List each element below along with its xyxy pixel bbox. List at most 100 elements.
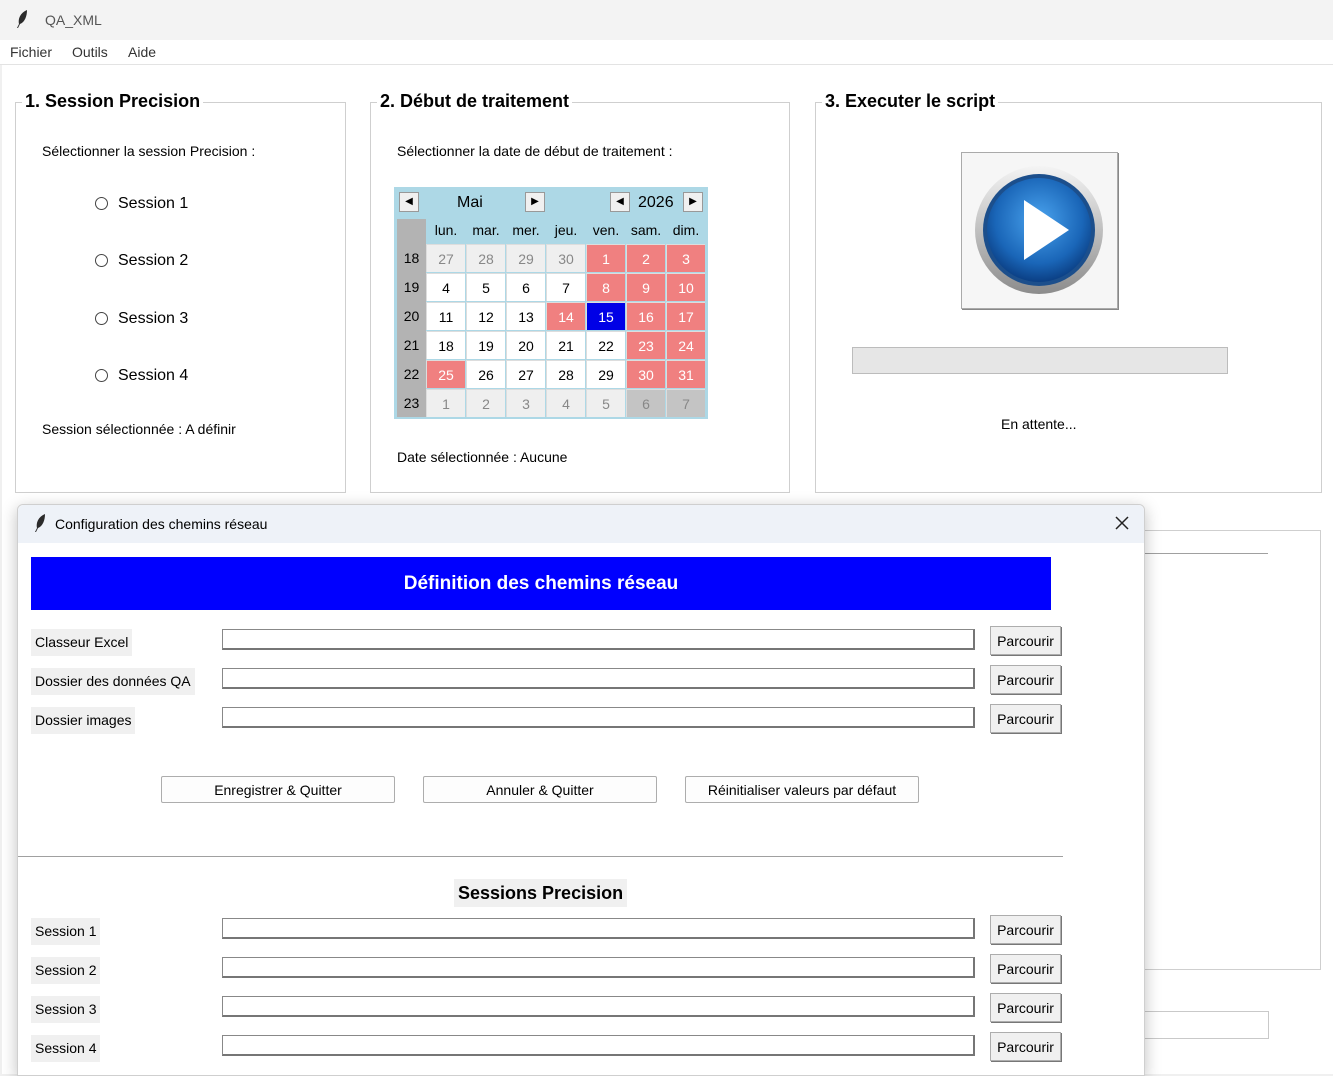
session-3-path-input[interactable] <box>222 996 975 1017</box>
qa-data-browse-button[interactable]: Parcourir <box>990 665 1061 694</box>
menu-outils[interactable]: Outils <box>72 44 108 60</box>
calendar-day[interactable]: 13 <box>506 302 545 330</box>
run-script-button[interactable] <box>961 152 1118 309</box>
images-browse-button[interactable]: Parcourir <box>990 704 1061 733</box>
session-3-browse-button[interactable]: Parcourir <box>990 993 1061 1022</box>
calendar-day[interactable]: 6 <box>626 389 665 417</box>
calendar-day[interactable]: 10 <box>666 273 705 301</box>
calendar-day[interactable]: 17 <box>666 302 705 330</box>
config-dialog: Configuration des chemins réseau Définit… <box>17 504 1145 1076</box>
calendar-day[interactable]: 1 <box>586 244 625 272</box>
calendar: ◀ Mai ▶ ◀ 2026 ▶ lun. mar. mer. jeu. ven. sam… <box>394 187 708 419</box>
calendar-dow: mar. <box>472 222 500 238</box>
calendar-dow: lun. <box>434 222 458 238</box>
calendar-day[interactable]: 14 <box>546 302 585 330</box>
calendar-day[interactable]: 20 <box>506 331 545 359</box>
calendar-day[interactable]: 3 <box>666 244 705 272</box>
session-4-label[interactable]: Session 4 <box>118 367 188 385</box>
calendar-day[interactable]: 21 <box>546 331 585 359</box>
session-prompt: Sélectionner la session Precision : <box>42 143 256 159</box>
calendar-day[interactable]: 7 <box>666 389 705 417</box>
calendar-day[interactable]: 30 <box>626 360 665 388</box>
calendar-dow: sam. <box>630 222 662 238</box>
calendar-day[interactable]: 23 <box>626 331 665 359</box>
prev-year-button[interactable]: ◀ <box>610 192 630 212</box>
prev-month-button[interactable]: ◀ <box>399 192 419 212</box>
calendar-day[interactable]: 29 <box>586 360 625 388</box>
calendar-day[interactable]: 27 <box>426 244 465 272</box>
next-month-button[interactable]: ▶ <box>525 192 545 212</box>
main-titlebar[interactable]: QA_XML <box>0 0 1333 40</box>
session-1-browse-button[interactable]: Parcourir <box>990 915 1061 944</box>
calendar-day[interactable]: 5 <box>586 389 625 417</box>
session-3-radio[interactable] <box>95 312 108 325</box>
qa-data-path-input[interactable] <box>222 668 975 689</box>
session-4-path-label: Session 4 <box>31 1035 101 1062</box>
date-selected-text: Date sélectionnée : Aucune <box>397 449 568 465</box>
calendar-day[interactable]: 2 <box>466 389 505 417</box>
calendar-day[interactable]: 28 <box>466 244 505 272</box>
images-path-input[interactable] <box>222 707 975 728</box>
save-quit-button[interactable]: Enregistrer & Quitter <box>161 776 395 803</box>
session-2-label[interactable]: Session 2 <box>118 252 188 270</box>
menu-fichier[interactable]: Fichier <box>10 44 52 60</box>
session-2-browse-button[interactable]: Parcourir <box>990 954 1061 983</box>
excel-browse-button[interactable]: Parcourir <box>990 626 1061 655</box>
session-2-radio[interactable] <box>95 254 108 267</box>
calendar-day[interactable]: 19 <box>466 331 505 359</box>
next-year-button[interactable]: ▶ <box>683 192 703 212</box>
qa-data-label: Dossier des données QA <box>31 668 195 695</box>
dialog-divider <box>18 856 1063 857</box>
cancel-quit-button[interactable]: Annuler & Quitter <box>423 776 657 803</box>
dialog-titlebar[interactable]: Configuration des chemins réseau <box>18 505 1144 543</box>
calendar-day[interactable]: 12 <box>466 302 505 330</box>
calendar-day[interactable]: 28 <box>546 360 585 388</box>
calendar-dow: jeu. <box>554 222 578 238</box>
session-2-path-label: Session 2 <box>31 957 101 984</box>
calendar-day[interactable]: 2 <box>626 244 665 272</box>
calendar-day[interactable]: 5 <box>466 273 505 301</box>
run-panel-title: 3. Executer le script <box>822 91 999 112</box>
date-panel-title: 2. Début de traitement <box>377 91 573 112</box>
menu-aide[interactable]: Aide <box>128 44 156 60</box>
session-1-path-input[interactable] <box>222 918 975 939</box>
calendar-day[interactable]: 22 <box>586 331 625 359</box>
session-4-radio[interactable] <box>95 369 108 382</box>
calendar-day[interactable]: 3 <box>506 389 545 417</box>
sessions-title: Sessions Precision <box>454 879 628 907</box>
calendar-day[interactable]: 27 <box>506 360 545 388</box>
excel-path-input[interactable] <box>222 629 975 650</box>
close-icon[interactable] <box>1110 511 1134 535</box>
calendar-day[interactable]: 8 <box>586 273 625 301</box>
calendar-day[interactable]: 15 <box>586 302 625 330</box>
session-4-path-input[interactable] <box>222 1035 975 1056</box>
session-1-label[interactable]: Session 1 <box>118 195 188 213</box>
date-prompt: Sélectionner la date de début de traitem… <box>397 143 673 159</box>
log-panel-divider <box>1140 553 1268 554</box>
calendar-day[interactable]: 11 <box>426 302 465 330</box>
run-status: En attente... <box>1001 416 1077 432</box>
feather-icon <box>34 513 46 536</box>
calendar-day[interactable]: 4 <box>546 389 585 417</box>
calendar-day[interactable]: 1 <box>426 389 465 417</box>
calendar-day[interactable]: 9 <box>626 273 665 301</box>
session-4-browse-button[interactable]: Parcourir <box>990 1032 1061 1061</box>
calendar-day[interactable]: 7 <box>546 273 585 301</box>
excel-label: Classeur Excel <box>31 629 133 656</box>
menu-bar: Fichier Outils Aide <box>0 40 1333 65</box>
session-1-radio[interactable] <box>95 197 108 210</box>
session-3-label[interactable]: Session 3 <box>118 310 188 328</box>
calendar-day[interactable]: 25 <box>426 360 465 388</box>
calendar-day[interactable]: 24 <box>666 331 705 359</box>
calendar-day[interactable]: 30 <box>546 244 585 272</box>
calendar-day[interactable]: 6 <box>506 273 545 301</box>
calendar-day[interactable]: 31 <box>666 360 705 388</box>
calendar-day[interactable]: 16 <box>626 302 665 330</box>
calendar-day[interactable]: 4 <box>426 273 465 301</box>
reset-defaults-button[interactable]: Réinitialiser valeurs par défaut <box>685 776 919 803</box>
calendar-day[interactable]: 26 <box>466 360 505 388</box>
calendar-day[interactable]: 29 <box>506 244 545 272</box>
calendar-day[interactable]: 18 <box>426 331 465 359</box>
session-panel-title: 1. Session Precision <box>22 91 204 112</box>
session-2-path-input[interactable] <box>222 957 975 978</box>
